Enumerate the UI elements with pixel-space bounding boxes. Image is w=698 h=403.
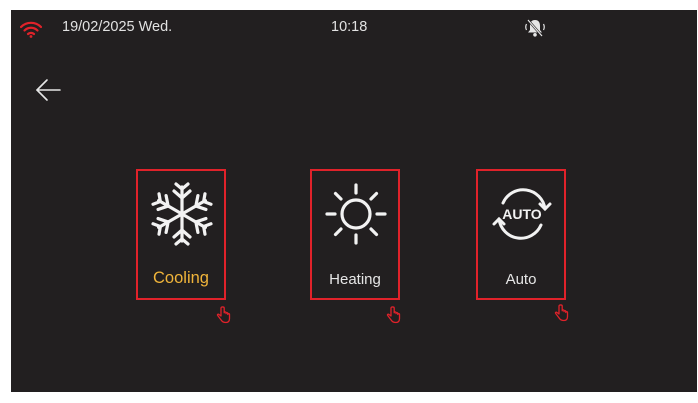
status-date: 19/02/2025 Wed. <box>62 19 173 35</box>
hand-pointer-icon <box>554 304 569 322</box>
status-time: 10:18 <box>331 19 368 35</box>
mode-auto-label: Auto <box>505 271 537 288</box>
back-arrow-icon[interactable] <box>34 78 62 102</box>
wifi-icon <box>20 21 42 38</box>
hand-pointer-icon <box>216 306 231 324</box>
mode-heating-button[interactable]: Heating <box>310 169 400 300</box>
auto-icon-text: AUTO <box>502 206 542 222</box>
hand-pointer-icon <box>386 306 401 324</box>
mode-cooling-label: Cooling <box>153 269 209 287</box>
ac-mode-screen: 19/02/2025 Wed. 10:18 Cooling Heating AU… <box>11 10 697 392</box>
bell-muted-icon <box>525 19 545 37</box>
mode-auto-button[interactable]: AUTO Auto <box>476 169 566 300</box>
sun-icon <box>325 183 387 245</box>
mode-heating-label: Heating <box>329 271 381 288</box>
status-bar: 19/02/2025 Wed. 10:18 <box>11 10 697 50</box>
auto-cycle-icon: AUTO <box>492 188 552 240</box>
mode-cooling-button[interactable]: Cooling <box>136 169 226 300</box>
snowflake-icon <box>150 182 214 246</box>
